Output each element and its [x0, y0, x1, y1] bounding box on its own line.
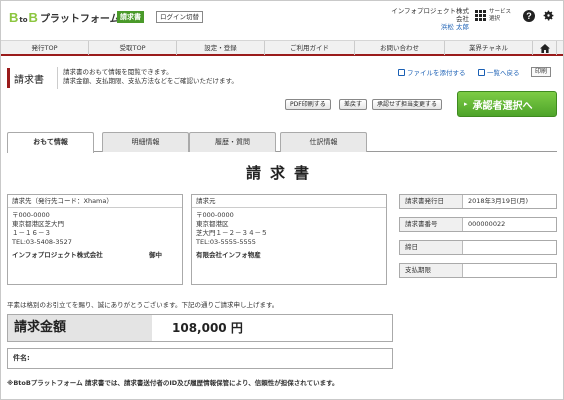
page-description-line1: 請求書のおもて情報を閲覧できます。	[63, 68, 173, 76]
title-accent-bar	[7, 68, 10, 88]
home-icon	[539, 43, 550, 53]
nav-issue-top[interactable]: 発行TOP	[1, 41, 89, 55]
nav-settings[interactable]: 設定・登録	[177, 41, 265, 55]
bill-to-firm-row: インフォプロジェクト株式会社 御中	[12, 251, 178, 260]
service-label-line1: サービス	[489, 9, 512, 15]
bill-to-firm: インフォプロジェクト株式会社	[12, 251, 103, 259]
subject-row: 件名:	[7, 348, 393, 369]
meta-key: 請求書番号	[400, 218, 463, 231]
meta-key: 請求書発行日	[400, 195, 463, 208]
print-button[interactable]: 印刷	[531, 67, 552, 77]
arrow-right-icon: ▸	[464, 100, 468, 108]
nav-guide[interactable]: ご利用ガイド	[265, 41, 355, 55]
bill-to-box: 請求先（発行先コード：Xhama） 〒000-0000 東京都港区芝大門 １－１…	[7, 194, 183, 285]
attach-file-label: ファイルを添付する	[407, 69, 466, 77]
top-header: B to B プラットフォーム 請求書 ログイン切替 インフォプロジェクト株式会…	[1, 1, 563, 34]
nav-home[interactable]	[533, 41, 557, 55]
bill-from-body: 〒000-0000 東京都港区 芝大門１－２－３４－５ TEL:03-5555-…	[192, 208, 386, 263]
bill-to-honorific: 御中	[149, 251, 162, 259]
meta-value	[463, 264, 556, 277]
meta-row-payment-due: 支払期限	[399, 263, 557, 278]
logo-b1: B	[9, 10, 19, 25]
meta-row-closing-date: 締日	[399, 240, 557, 255]
title-divider	[57, 67, 58, 89]
bill-to-body: 〒000-0000 東京都港区芝大門 １－１６－３ TEL:03-5408-35…	[8, 208, 182, 263]
logo-b2: B	[28, 10, 38, 25]
bill-from-firm: 有限会社インフォ物産	[196, 251, 261, 259]
tab-journal-info[interactable]: 仕訳情報	[280, 132, 367, 152]
back-to-list-link[interactable]: 一覧へ戻る	[478, 67, 520, 77]
tab-history-questions[interactable]: 履歴・質問	[189, 132, 276, 152]
nav-industry-channel[interactable]: 業界チャネル	[445, 41, 533, 55]
tab-detail-info[interactable]: 明細情報	[102, 132, 189, 152]
help-icon[interactable]: ?	[523, 10, 535, 22]
bill-from-address-1: 東京都港区	[196, 220, 229, 228]
meta-key: 支払期限	[400, 264, 463, 277]
bill-from-address-2: 芝大門１－２－３４－５	[196, 229, 268, 237]
service-label-line2: 選択	[489, 16, 501, 22]
select-approver-button[interactable]: ▸ 承認者選択へ	[457, 91, 557, 117]
page-description-line2: 請求金額、支払期限、支払方法などをご確認いただけます。	[63, 77, 238, 85]
bill-to-address-1: 東京都港区芝大門	[12, 220, 64, 228]
meta-value: 000000022	[468, 220, 506, 228]
company-name: インフォプロジェクト株式会社	[391, 7, 469, 23]
service-select-label[interactable]: サービス 選択	[489, 9, 511, 23]
bill-to-header: 請求先（発行先コード：Xhama）	[8, 195, 182, 208]
page-title: 請求書	[14, 75, 44, 86]
page-description: 請求書のおもて情報を閲覧できます。 請求金額、支払期限、支払方法などをご確認いた…	[63, 68, 323, 86]
list-icon	[478, 68, 485, 76]
select-approver-label: 承認者選択へ	[472, 100, 533, 112]
logo-to: to	[19, 16, 28, 24]
bill-from-box: 請求元 〒000-0000 東京都港区 芝大門１－２－３４－５ TEL:03-5…	[191, 194, 387, 285]
reject-button[interactable]: 差戻す	[339, 99, 368, 110]
logo-text: プラットフォーム	[39, 14, 120, 25]
meta-value: 2018年3月19日(月)	[468, 197, 529, 205]
tab-front-info[interactable]: おもて情報	[7, 132, 94, 153]
amount-row: 請求金額 108,000 円	[7, 314, 393, 342]
nav-contact[interactable]: お問い合わせ	[355, 41, 445, 55]
service-grid-icon[interactable]	[475, 10, 486, 21]
change-assignee-button[interactable]: 承認せず担当変更する	[372, 99, 443, 110]
bill-from-zip: 〒000-0000	[196, 211, 234, 219]
bill-to-address-2: １－１６－３	[12, 229, 51, 237]
meta-row-invoice-number: 請求書番号 000000022	[399, 217, 557, 232]
user-name-link[interactable]: 浜松 太郎	[385, 23, 469, 31]
meta-key: 締日	[400, 241, 463, 254]
bill-from-firm-row: 有限会社インフォ物産	[196, 251, 382, 260]
nav-receive-top[interactable]: 受取TOP	[89, 41, 177, 55]
attach-icon	[398, 68, 405, 76]
meta-row-issue-date: 請求書発行日 2018年3月19日(月)	[399, 194, 557, 209]
amount-label: 請求金額	[8, 315, 152, 341]
app-frame: B to B プラットフォーム 請求書 ログイン切替 インフォプロジェクト株式会…	[0, 0, 564, 400]
main-nav: 発行TOP 受取TOP 設定・登録 ご利用ガイド お問い合わせ 業界チャネル	[1, 40, 563, 56]
account-info: インフォプロジェクト株式会社 浜松 太郎	[385, 7, 469, 31]
greeting-text: 平素は格別のお引立てを賜り、誠にありがとうございます。下記の通りご請求申し上げま…	[7, 301, 279, 309]
meta-value	[463, 241, 556, 254]
bill-to-zip: 〒000-0000	[12, 211, 50, 219]
footer-note: ※BtoBプラットフォーム 請求書では、請求書送付者のID及び履歴情報保管により…	[7, 379, 339, 387]
gear-icon[interactable]	[542, 9, 555, 22]
tab-bar: おもて情報 明細情報 履歴・質問 仕訳情報	[7, 132, 557, 153]
pdf-print-button[interactable]: PDF印刷する	[285, 99, 331, 110]
login-switch-button[interactable]: ログイン切替	[156, 11, 203, 23]
bill-from-tel: TEL:03-5555-5555	[196, 238, 256, 246]
btob-logo[interactable]: B to B プラットフォーム	[9, 10, 120, 25]
attach-file-link[interactable]: ファイルを添付する	[398, 67, 466, 77]
bill-to-tel: TEL:03-5408-3527	[12, 238, 72, 246]
back-to-list-label: 一覧へ戻る	[487, 69, 520, 77]
product-tag: 請求書	[117, 11, 144, 23]
bill-from-header: 請求元	[192, 195, 386, 208]
document-title: 請求書	[245, 164, 318, 182]
amount-value: 108,000 円	[172, 321, 243, 335]
